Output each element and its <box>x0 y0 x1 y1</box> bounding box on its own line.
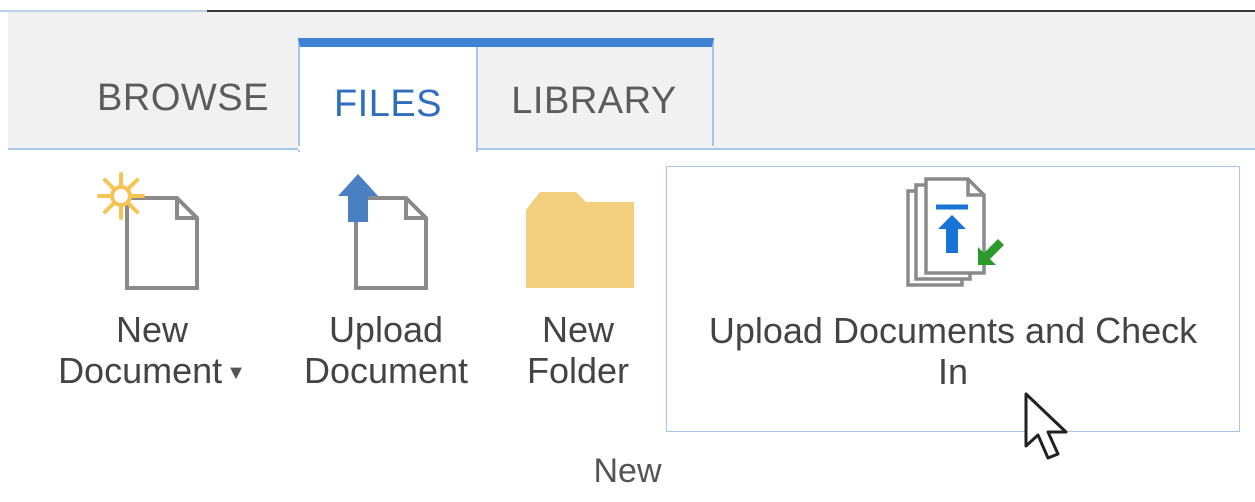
upload-check-in-icon <box>888 167 1018 304</box>
tab-library[interactable]: LIBRARY <box>476 38 714 146</box>
upload-documents-check-in-button[interactable]: Upload Documents and Check In <box>666 166 1240 432</box>
active-tab-joiner <box>298 146 476 150</box>
new-folder-label-line2: Folder <box>526 350 630 391</box>
new-folder-button[interactable]: New Folder <box>508 170 648 391</box>
new-document-icon <box>97 170 207 295</box>
new-folder-label-line1: New <box>541 309 614 350</box>
new-document-label-line1: New <box>115 309 189 350</box>
new-document-button[interactable]: New Document ▼ <box>36 170 268 394</box>
ribbon-tab-bar: BROWSE FILES LIBRARY <box>8 12 1255 152</box>
mouse-cursor-icon <box>1022 390 1078 471</box>
upload-check-in-label-line2: In <box>937 351 969 392</box>
upload-document-label-line2: Document <box>303 350 469 391</box>
tab-files[interactable]: FILES <box>298 38 478 152</box>
upload-check-in-label-line1: Upload Documents and Check <box>708 310 1198 351</box>
new-document-label-line2: Document <box>58 350 223 391</box>
tab-browse[interactable]: BROWSE <box>63 12 303 148</box>
folder-icon <box>518 170 638 295</box>
group-label-text: New <box>593 452 662 490</box>
upload-document-icon <box>336 170 436 295</box>
upload-document-button[interactable]: Upload Document <box>288 170 484 391</box>
upload-document-label-line1: Upload <box>328 309 444 350</box>
dropdown-arrow-icon[interactable]: ▼ <box>226 362 246 384</box>
